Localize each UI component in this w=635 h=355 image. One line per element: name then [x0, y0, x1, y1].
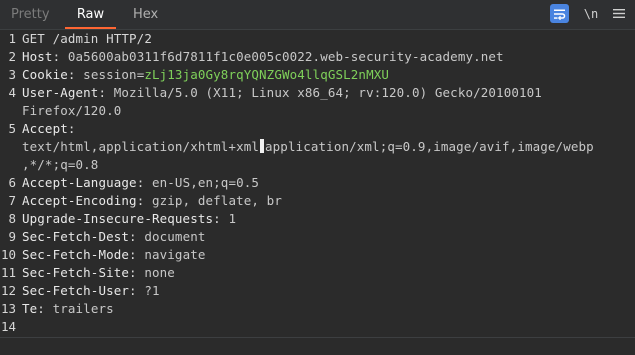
text-wrap-icon	[554, 9, 566, 20]
header-line-cookie: 3 Cookie: session=zLj13ja0Gy8rqYQNZGWo4l…	[0, 66, 635, 84]
line-number: 14	[0, 319, 16, 334]
line-number: 5	[8, 121, 16, 136]
header-value: 0a5600ab0311f6d7811f1c0e005c0022.web-sec…	[67, 49, 504, 64]
message-editor-panel: Pretty Raw Hex \n 1 GET /admin HTTP/2 2 …	[0, 0, 635, 355]
header-line-sec-fetch-mode: 10 Sec-Fetch-Mode: navigate	[0, 247, 206, 262]
view-tab-bar: Pretty Raw Hex \n	[0, 0, 635, 30]
header-line-upgrade-insecure-requests: 8 Upgrade-Insecure-Requests: 1	[0, 210, 635, 228]
tab-pretty[interactable]: Pretty	[11, 0, 50, 29]
header-name: Host	[22, 49, 53, 64]
header-value: document	[144, 229, 206, 244]
header-name: Upgrade-Insecure-Requests	[22, 211, 214, 226]
line-number: 4	[8, 85, 16, 100]
editor-menu-button[interactable]	[611, 4, 627, 23]
wrapped-line: text/html,application/xhtml+xml applicati…	[0, 138, 635, 156]
header-name: Cookie	[22, 67, 68, 82]
header-line-user-agent: 4 User-Agent: Mozilla/5.0 (X11; Linux x8…	[0, 84, 635, 102]
header-value: en-US,en;q=0.5	[151, 175, 260, 190]
header-line-accept: 5 Accept:	[0, 120, 635, 138]
bottom-bar	[0, 338, 635, 355]
request-line: 1 GET /admin HTTP/2	[0, 30, 635, 48]
raw-request-editor[interactable]: 1 GET /admin HTTP/2 2 Host: 0a5600ab0311…	[0, 30, 635, 352]
header-name: Accept-Language	[22, 175, 137, 190]
header-value: ?1	[144, 283, 160, 298]
header-value-continuation: Firefox/120.0	[22, 103, 122, 118]
session-cookie-value: zLj13ja0Gy8rqYQNZGWo4llqGSL2nMXU	[144, 67, 390, 82]
header-value-continuation: text/html,application/xhtml+xml	[22, 139, 260, 154]
header-line-accept-encoding: 7 Accept-Encoding: gzip, deflate, br	[0, 192, 635, 210]
line-number: 6	[8, 175, 16, 190]
header-name: Te	[22, 301, 38, 316]
header-line-host: 2 Host: 0a5600ab0311f6d7811f1c0e005c0022…	[0, 48, 635, 66]
wrapped-line: Firefox/120.0	[0, 102, 635, 120]
request-start-line: GET /admin HTTP/2	[22, 31, 152, 46]
header-name: Sec-Fetch-User	[22, 283, 130, 298]
header-name: Accept-Encoding	[22, 193, 137, 208]
empty-line: 14	[0, 318, 635, 336]
text-wrap-button[interactable]	[550, 4, 569, 23]
show-newlines-button[interactable]: \n	[582, 4, 600, 23]
text-cursor-icon	[260, 139, 265, 153]
header-name: Accept	[22, 121, 68, 136]
line-number: 8	[8, 211, 16, 226]
header-name: Sec-Fetch-Dest	[22, 229, 130, 244]
hamburger-menu-icon	[613, 9, 625, 18]
header-line-sec-fetch-dest: 9 Sec-Fetch-Dest: document	[0, 228, 635, 246]
header-value: Mozilla/5.0 (X11; Linux x86_64; rv:120.0…	[113, 85, 542, 100]
header-name: Sec-Fetch-Site	[22, 265, 130, 280]
header-line-accept-language: 6 Accept-Language: en-US,en;q=0.5	[0, 174, 635, 192]
tab-hex[interactable]: Hex	[133, 0, 158, 29]
header-value: 1	[228, 211, 237, 226]
header-value: navigate	[144, 247, 206, 262]
line-number: 13	[0, 301, 16, 316]
wrapped-line: ,*/*;q=0.8	[0, 156, 635, 174]
cookie-name: session=	[83, 67, 145, 82]
line-number: 2	[8, 49, 16, 64]
line-number: 9	[8, 229, 16, 244]
header-name: Sec-Fetch-Mode	[22, 247, 130, 262]
line-number: 7	[8, 193, 16, 208]
line-number: 3	[8, 67, 16, 82]
line-number: 11	[0, 265, 16, 280]
tab-raw[interactable]: Raw	[65, 0, 116, 29]
header-value-continuation: ,*/*;q=0.8	[22, 157, 99, 172]
header-value: none	[144, 265, 175, 280]
line-number: 1	[8, 31, 16, 46]
header-value-continuation: application/xml;q=0.9,image/avif,image/w…	[265, 139, 594, 154]
header-value: gzip, deflate, br	[151, 193, 282, 208]
header-name: User-Agent	[22, 85, 99, 100]
line-number: 12	[0, 283, 16, 298]
line-number: 10	[0, 247, 16, 262]
header-line-sec-fetch-site: 11 Sec-Fetch-Site: none	[0, 265, 175, 280]
header-value: trailers	[52, 301, 114, 316]
header-line-sec-fetch-user: 12 Sec-Fetch-User: ?1	[0, 283, 160, 298]
header-line-te: 13 Te: trailers	[0, 301, 114, 316]
